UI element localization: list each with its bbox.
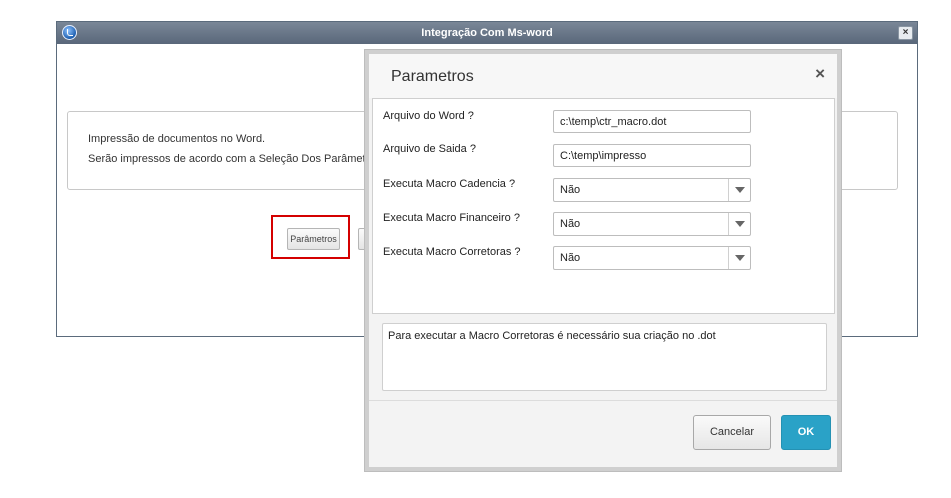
chevron-down-icon xyxy=(735,187,745,193)
info-text-line: Serão impressos de acordo com a Seleção … xyxy=(88,153,381,165)
info-text-line: Impressão de documentos no Word. xyxy=(88,133,266,145)
macro-financeiro-select[interactable]: Não xyxy=(553,212,751,236)
dialog-title: Parametros xyxy=(391,68,474,85)
form-panel: Arquivo do Word ? Arquivo de Saida ? Exe… xyxy=(372,98,835,314)
macro-corretoras-select[interactable]: Não xyxy=(553,246,751,270)
parametros-button[interactable]: Parâmetros xyxy=(287,228,340,250)
field-label-arquivo-word: Arquivo do Word ? xyxy=(383,110,474,122)
dropdown-button[interactable] xyxy=(728,213,750,235)
dropdown-button[interactable] xyxy=(728,247,750,269)
select-value: Não xyxy=(560,184,581,196)
help-text-box: Para executar a Macro Corretoras é neces… xyxy=(382,323,827,391)
field-label-macro-corretoras: Executa Macro Corretoras ? xyxy=(383,246,521,258)
dialog-header: Parametros × xyxy=(369,54,837,98)
chevron-down-icon xyxy=(735,255,745,261)
main-titlebar: Integração Com Ms-word × xyxy=(57,22,917,44)
field-label-arquivo-saida: Arquivo de Saida ? xyxy=(383,143,476,155)
arquivo-word-input[interactable] xyxy=(553,110,751,133)
field-label-macro-financeiro: Executa Macro Financeiro ? xyxy=(383,212,520,224)
macro-cadencia-select[interactable]: Não xyxy=(553,178,751,202)
dropdown-button[interactable] xyxy=(728,179,750,201)
parametros-dialog: Parametros × Arquivo do Word ? Arquivo d… xyxy=(365,50,841,471)
ok-button[interactable]: OK xyxy=(781,415,831,450)
chevron-down-icon xyxy=(735,221,745,227)
arquivo-saida-input[interactable] xyxy=(553,144,751,167)
select-value: Não xyxy=(560,252,581,264)
close-icon[interactable]: × xyxy=(815,64,825,84)
main-close-button[interactable]: × xyxy=(898,26,913,40)
footer-divider xyxy=(369,400,837,401)
select-value: Não xyxy=(560,218,581,230)
cancel-button[interactable]: Cancelar xyxy=(693,415,771,450)
field-label-macro-cadencia: Executa Macro Cadencia ? xyxy=(383,178,516,190)
main-window-title: Integração Com Ms-word xyxy=(421,27,553,39)
